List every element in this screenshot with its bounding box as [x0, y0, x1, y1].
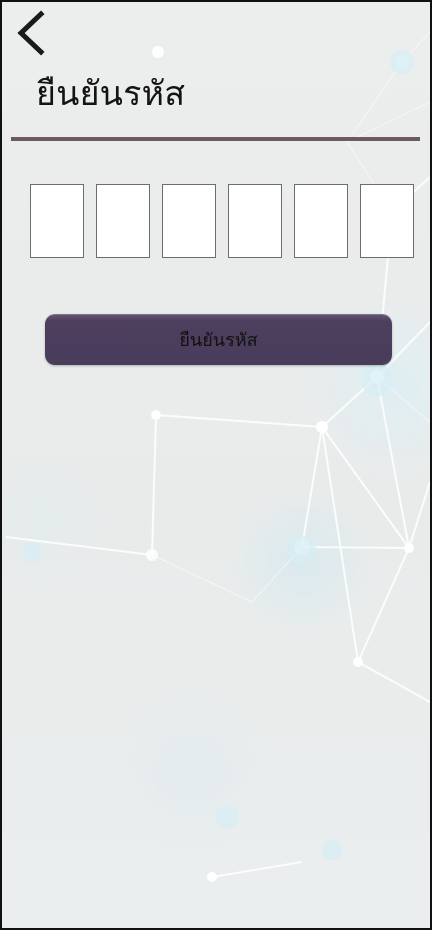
back-button[interactable]: [13, 8, 53, 58]
title-divider: [11, 137, 420, 141]
code-digit-3[interactable]: [162, 184, 216, 258]
verification-code-inputs: [30, 184, 418, 260]
chevron-left-icon: [13, 8, 53, 58]
code-digit-6[interactable]: [360, 184, 414, 258]
confirm-code-button[interactable]: ยืนยันรหัส: [45, 314, 392, 365]
code-digit-4[interactable]: [228, 184, 282, 258]
page-title: ยืนยันรหัส: [36, 74, 186, 114]
verify-code-screen: ยืนยันรหัส ยืนยันรหัส: [0, 0, 432, 930]
code-digit-5[interactable]: [294, 184, 348, 258]
code-digit-2[interactable]: [96, 184, 150, 258]
code-digit-1[interactable]: [30, 184, 84, 258]
